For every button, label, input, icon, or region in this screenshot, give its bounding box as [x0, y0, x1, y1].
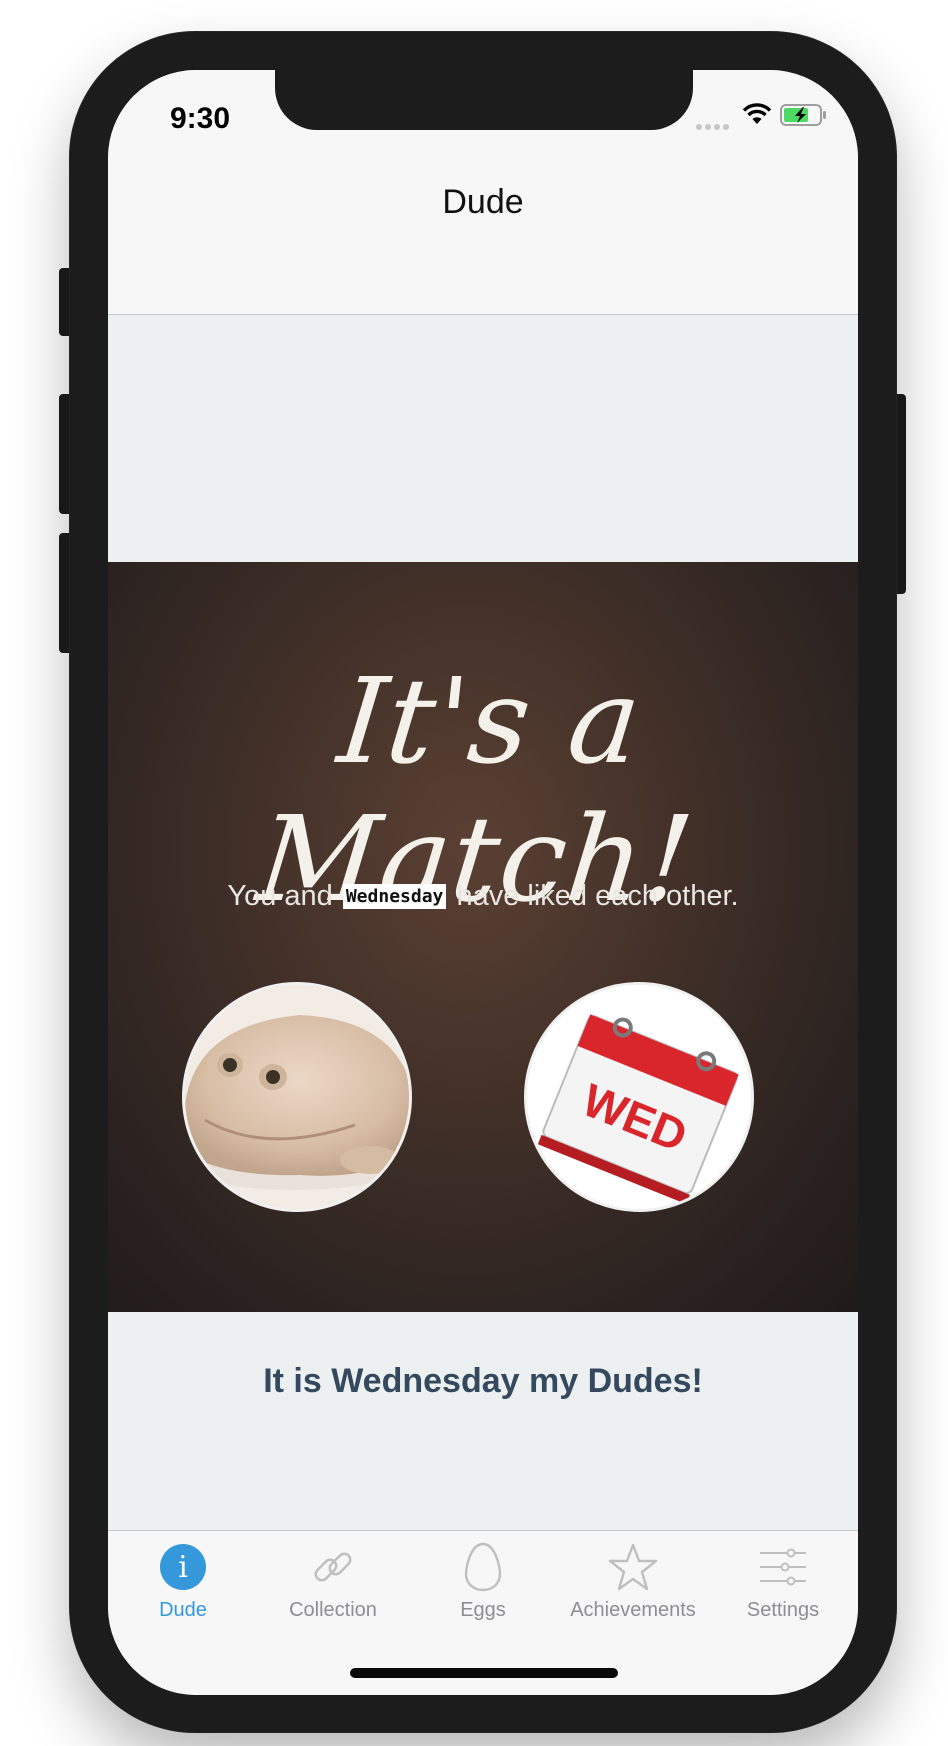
wifi-icon — [742, 103, 772, 124]
notch — [275, 70, 693, 130]
egg-icon — [464, 1542, 502, 1592]
home-indicator[interactable] — [350, 1668, 618, 1678]
content-spacer — [108, 315, 858, 562]
tab-label: Collection — [289, 1599, 377, 1621]
link-icon — [314, 1552, 352, 1582]
match-caption: It is Wednesday my Dudes! — [263, 1362, 703, 1400]
frog-avatar — [182, 982, 412, 1212]
tab-label: Eggs — [460, 1599, 506, 1621]
match-name-label: Wednesday — [342, 884, 447, 909]
svg-text:i: i — [178, 1550, 188, 1585]
match-subtitle-start: You and — [227, 880, 333, 912]
cellular-signal-icon — [696, 117, 732, 135]
status-time: 9:30 — [170, 102, 231, 135]
calendar-avatar: WED — [524, 982, 754, 1212]
tab-achievements[interactable]: Achievements — [558, 1541, 708, 1631]
match-image: It's a Match! You and Wednesday have lik… — [108, 562, 858, 1312]
calendar-illustration: WED — [527, 985, 751, 1209]
tab-label: Dude — [159, 1599, 207, 1621]
phone-screen: 9:30 Dude It's a Match! You and Wednesda… — [108, 70, 858, 1695]
page-title: Dude — [442, 183, 524, 221]
tab-label: Settings — [746, 1599, 820, 1621]
tab-collection[interactable]: Collection — [258, 1541, 408, 1631]
star-icon — [608, 1543, 658, 1591]
match-subtitle: You and Wednesday have liked each other. — [108, 880, 858, 913]
tab-settings[interactable]: Settings — [708, 1541, 858, 1631]
match-subtitle-end: have liked each other. — [456, 880, 739, 912]
tab-label: Achievements — [570, 1599, 696, 1621]
tab-dude[interactable]: i Dude — [108, 1541, 258, 1631]
battery-charging-icon — [780, 104, 826, 126]
info-icon: i — [160, 1544, 206, 1590]
tab-eggs[interactable]: Eggs — [408, 1541, 558, 1631]
sliders-icon — [760, 1548, 806, 1586]
frog-illustration — [185, 985, 409, 1209]
